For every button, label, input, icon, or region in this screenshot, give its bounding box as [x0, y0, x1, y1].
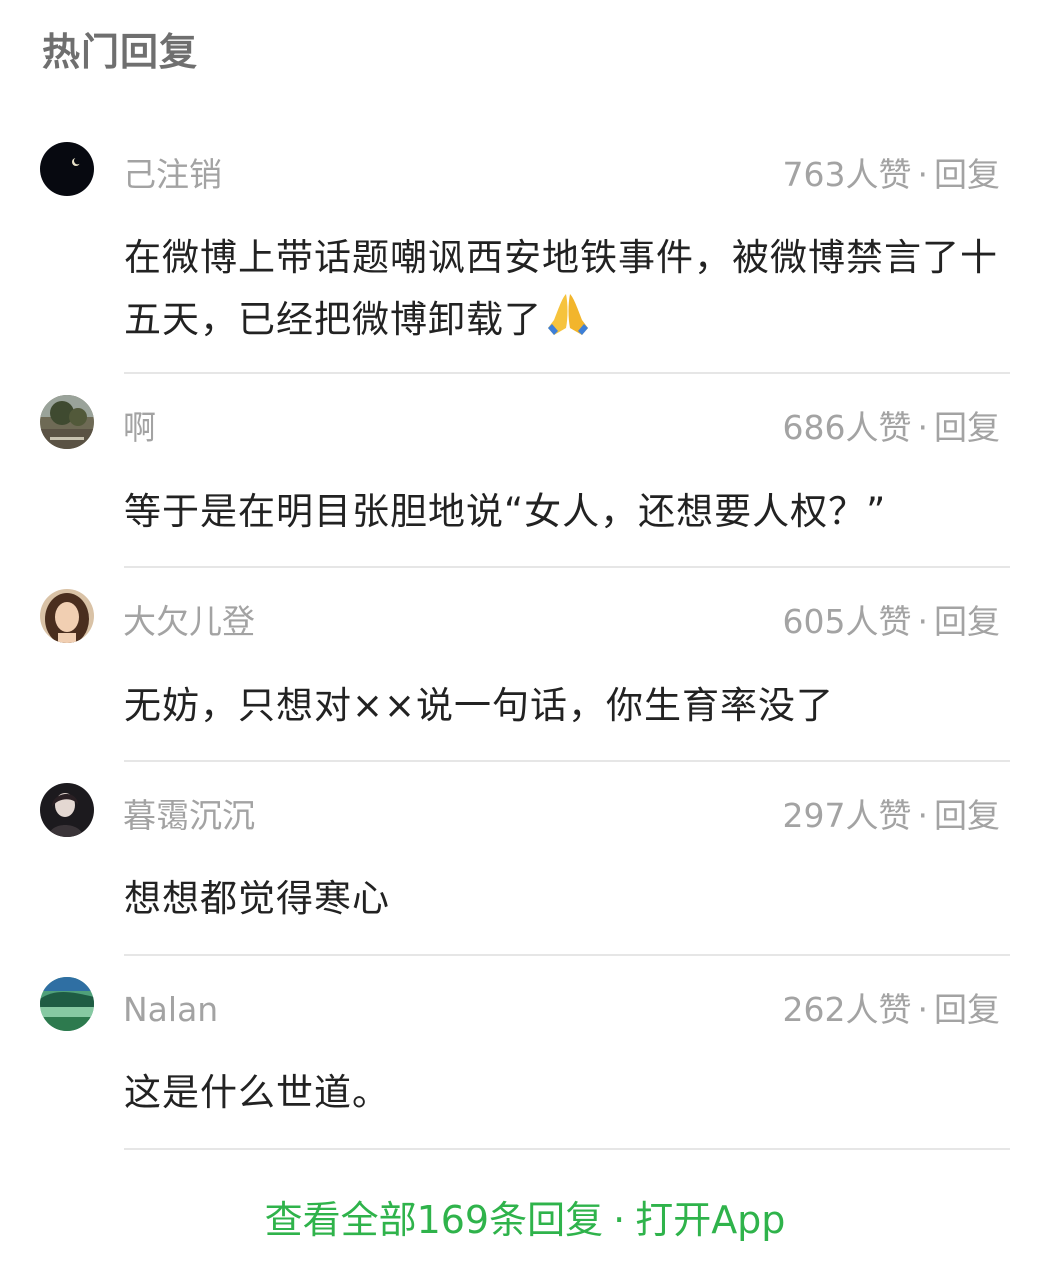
comment-text: 在微博上带话题嘲讽西安地铁事件，被微博禁言了十五天，已经把微博卸载了 [124, 228, 1014, 350]
view-all-replies-link[interactable]: 查看全部169条回复 [265, 1198, 604, 1242]
meta-separator: · [917, 408, 929, 447]
avatar-landscape-image [40, 395, 94, 449]
avatar[interactable] [40, 977, 94, 1031]
comment-text: 等于是在明目张胆地说“女人，还想要人权？” [124, 490, 887, 533]
comment-text: 无妨，只想对××说一句话，你生育率没了 [124, 684, 835, 727]
meta-separator: · [917, 155, 929, 194]
avatar[interactable] [40, 142, 94, 196]
avatar-dark-portrait-image [40, 783, 94, 837]
username[interactable]: 啊 [123, 406, 156, 450]
divider [124, 1148, 1010, 1150]
like-count[interactable]: 605人赞 [783, 602, 912, 641]
divider [124, 566, 1010, 568]
reply-button[interactable]: 回复 [934, 602, 1000, 641]
folded-hands-icon [548, 294, 588, 335]
comment-meta: 763人赞 · 回复 [783, 153, 1001, 197]
avatar[interactable] [40, 589, 94, 643]
reply-button[interactable]: 回复 [934, 155, 1000, 194]
comment-text: 这是什么世道。 [124, 1071, 390, 1114]
meta-separator: · [917, 990, 929, 1029]
username[interactable]: 己注销 [123, 153, 222, 197]
username[interactable]: Nalan [123, 988, 218, 1032]
open-app-link[interactable]: 打开App [635, 1198, 785, 1242]
comment-meta: 297人赞 · 回复 [783, 794, 1001, 838]
avatar[interactable] [40, 395, 94, 449]
comment-meta: 686人赞 · 回复 [783, 406, 1001, 450]
like-count[interactable]: 686人赞 [783, 408, 912, 447]
like-count[interactable]: 297人赞 [783, 796, 912, 835]
username[interactable]: 暮霭沉沉 [123, 794, 255, 838]
avatar-moon-image [40, 142, 94, 196]
avatar-nature-image [40, 977, 94, 1031]
footer: 查看全部169条回复 · 打开App [0, 1194, 1050, 1246]
divider [124, 954, 1010, 956]
like-count[interactable]: 262人赞 [783, 990, 912, 1029]
section-title: 热门回复 [42, 30, 199, 74]
reply-button[interactable]: 回复 [934, 796, 1000, 835]
username[interactable]: 大欠儿登 [123, 600, 255, 644]
comment-text: 想想都觉得寒心 [124, 877, 390, 920]
comment-meta: 605人赞 · 回复 [783, 600, 1001, 644]
comment-meta: 262人赞 · 回复 [783, 988, 1001, 1032]
divider [124, 760, 1010, 762]
meta-separator: · [917, 796, 929, 835]
like-count[interactable]: 763人赞 [783, 155, 912, 194]
avatar-portrait-image [40, 589, 94, 643]
reply-button[interactable]: 回复 [934, 990, 1000, 1029]
footer-separator: · [613, 1198, 626, 1242]
avatar[interactable] [40, 783, 94, 837]
meta-separator: · [917, 602, 929, 641]
reply-button[interactable]: 回复 [934, 408, 1000, 447]
divider [124, 372, 1010, 374]
